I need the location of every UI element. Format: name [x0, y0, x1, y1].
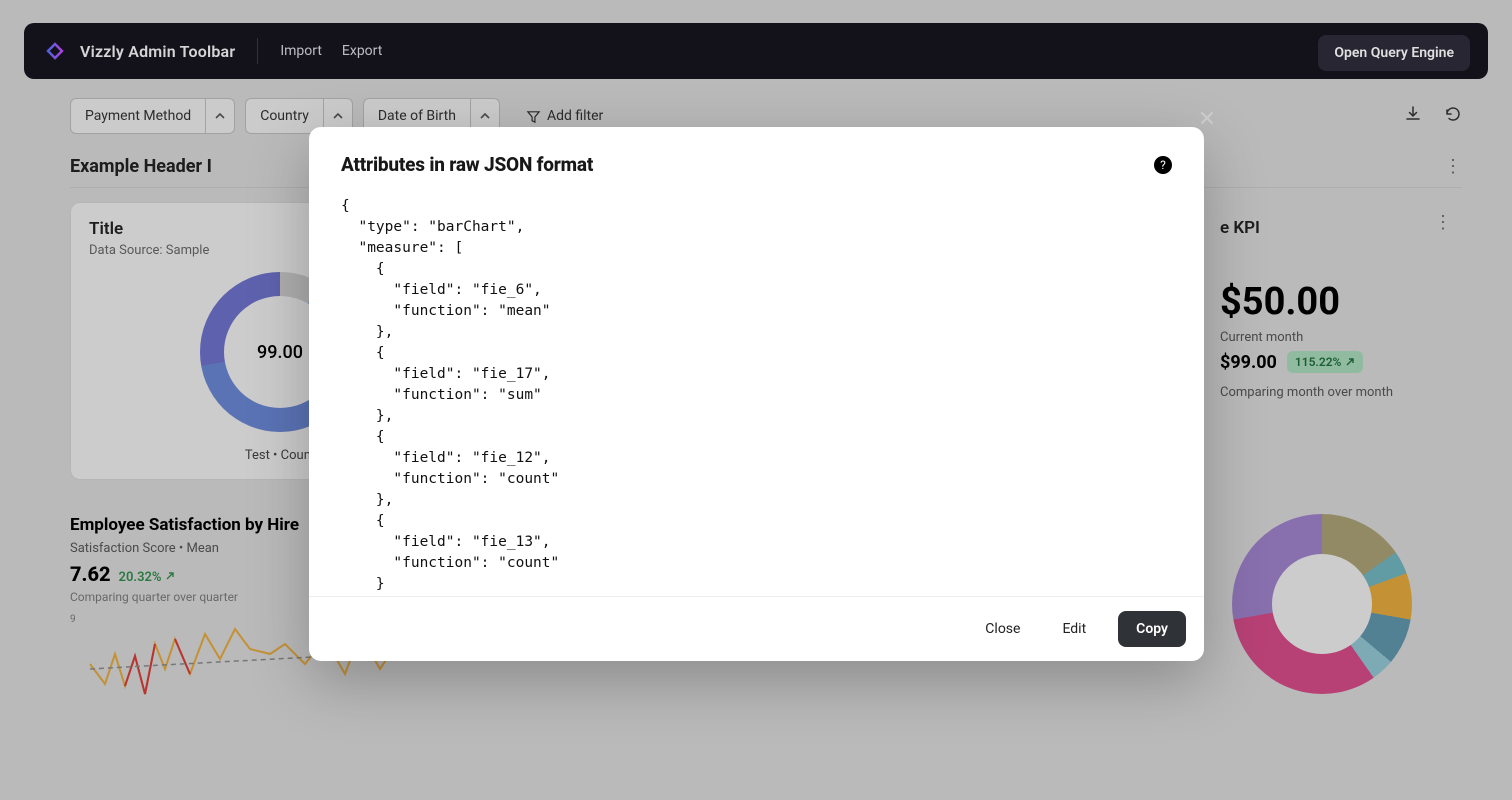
- modal-title: Attributes in raw JSON format: [341, 153, 593, 176]
- json-code-block[interactable]: { "type": "barChart", "measure": [ { "fi…: [341, 196, 1172, 595]
- json-attributes-modal: Attributes in raw JSON format ? { "type"…: [309, 127, 1204, 661]
- close-button[interactable]: Close: [975, 613, 1030, 645]
- copy-button[interactable]: Copy: [1118, 611, 1186, 647]
- edit-button[interactable]: Edit: [1052, 613, 1096, 645]
- close-icon[interactable]: [1198, 109, 1216, 131]
- help-icon[interactable]: ?: [1154, 156, 1172, 174]
